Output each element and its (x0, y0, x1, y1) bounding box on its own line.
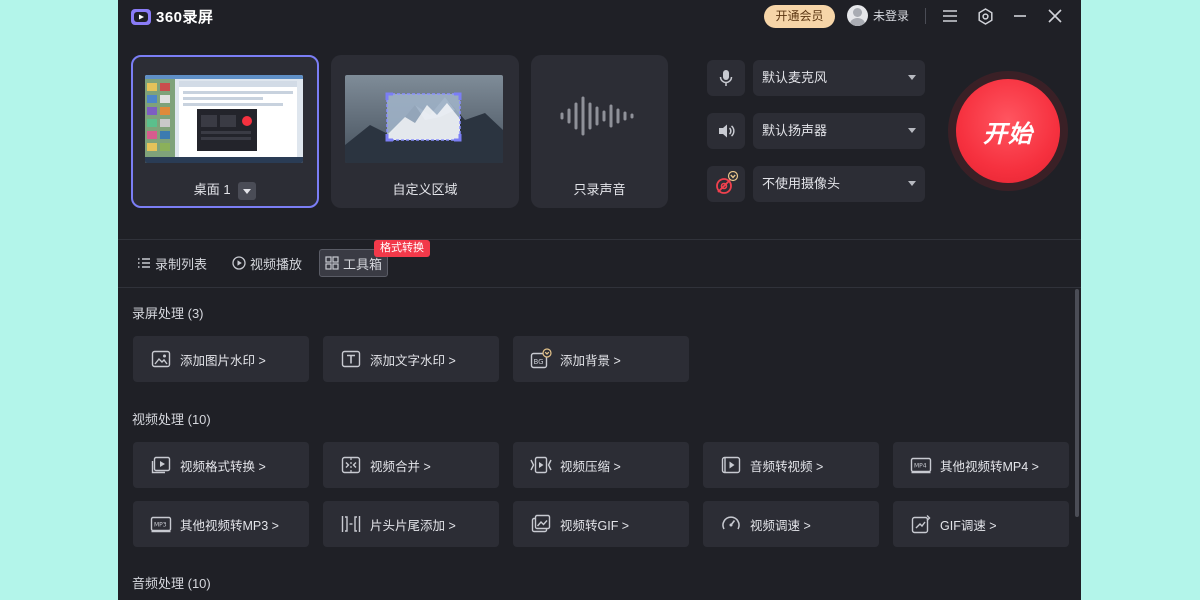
tool-label: 添加背景 > (560, 353, 621, 368)
microphone-toggle[interactable] (707, 60, 745, 96)
avatar-icon (847, 5, 868, 26)
tab-video-play[interactable]: 视频播放 (227, 249, 307, 277)
vip-button[interactable]: 开通会员 (764, 5, 835, 28)
speedometer-icon (720, 513, 742, 535)
tool-text-watermark[interactable]: 添加文字水印 > (323, 336, 499, 382)
source-desktop-label: 桌面 1 (133, 179, 317, 200)
microphone-dropdown-icon (908, 75, 916, 80)
tool-video-compress[interactable]: 视频压缩 > (513, 442, 689, 488)
text-watermark-icon (340, 348, 362, 370)
camera-dropdown-icon (908, 181, 916, 186)
tool-video-speed[interactable]: 视频调速 > (703, 501, 879, 547)
tool-label: 添加图片水印 > (180, 353, 266, 368)
camera-off-icon (716, 171, 739, 194)
svg-text:MP4: MP4 (914, 463, 927, 470)
tool-other-video-to-mp4[interactable]: MP4 其他视频转MP4 > (893, 442, 1069, 488)
tool-label: GIF调速 > (940, 518, 997, 533)
app-title: 360录屏 (156, 9, 214, 26)
custom-area-preview-thumbnail (345, 75, 503, 163)
speaker-value: 默认扬声器 (762, 123, 828, 138)
tool-label: 视频调速 > (750, 518, 811, 533)
top-divider (118, 239, 1081, 240)
section-title-recording: 录屏处理 (3) (132, 306, 204, 321)
svg-text:BG: BG (534, 358, 544, 366)
tab-record-list-label: 录制列表 (155, 256, 208, 272)
start-button-ring: 开始 (948, 71, 1068, 191)
settings-icon[interactable] (974, 5, 996, 27)
tool-video-format-convert[interactable]: 视频格式转换 > (133, 442, 309, 488)
tabs-divider (118, 287, 1081, 288)
camera-toggle[interactable] (707, 166, 745, 202)
svg-text:MP3: MP3 (154, 522, 167, 529)
start-record-button[interactable]: 开始 (956, 79, 1060, 183)
camera-value: 不使用摄像头 (762, 176, 841, 191)
tool-label: 视频格式转换 > (180, 459, 266, 474)
desktop-preview-thumbnail (145, 75, 303, 163)
close-icon[interactable] (1044, 5, 1066, 27)
tool-video-merge[interactable]: 视频合并 > (323, 442, 499, 488)
desktop-dropdown-icon[interactable] (238, 181, 257, 200)
tool-video-to-gif[interactable]: 视频转GIF > (513, 501, 689, 547)
intro-outro-icon (340, 513, 362, 535)
tool-image-watermark[interactable]: 添加图片水印 > (133, 336, 309, 382)
user-status: 未登录 (873, 9, 910, 23)
tool-label: 视频压缩 > (560, 459, 621, 474)
minimize-icon[interactable] (1009, 5, 1031, 27)
tool-label: 添加文字水印 > (370, 353, 456, 368)
tab-video-play-label: 视频播放 (250, 256, 303, 272)
section-title-audio: 音频处理 (10) (132, 576, 211, 591)
tool-add-background[interactable]: BG 添加背景 > (513, 336, 689, 382)
tool-other-video-to-mp3[interactable]: MP3 其他视频转MP3 > (133, 501, 309, 547)
title-bar: 360录屏 开通会员 未登录 (118, 0, 1081, 34)
mp4-icon: MP4 (910, 454, 932, 476)
video-merge-icon (340, 454, 362, 476)
tool-label: 视频转GIF > (560, 518, 630, 533)
microphone-icon (719, 70, 733, 86)
user-login[interactable]: 未登录 (847, 5, 909, 26)
tool-label: 其他视频转MP3 > (180, 518, 279, 533)
speaker-icon (719, 124, 735, 138)
play-circle-icon (232, 256, 246, 270)
source-audio-only-label: 只录声音 (573, 182, 626, 197)
section-title-video: 视频处理 (10) (132, 412, 211, 427)
source-desktop-text: 桌面 1 (193, 182, 231, 197)
source-custom-area-card[interactable]: 自定义区域 (331, 55, 519, 208)
video-convert-icon (150, 454, 172, 476)
list-icon (138, 258, 150, 268)
logo-icon (130, 8, 152, 26)
grid-icon (325, 256, 339, 270)
format-convert-badge: 格式转换 (374, 240, 430, 257)
image-watermark-icon (150, 348, 172, 370)
bg-icon: BG (530, 348, 552, 370)
tool-label: 音频转视频 > (750, 459, 824, 474)
source-custom-area-label: 自定义区域 (392, 182, 458, 197)
camera-select[interactable]: 不使用摄像头 (753, 166, 925, 202)
video-to-gif-icon (530, 513, 552, 535)
app-window: 360录屏 开通会员 未登录 桌面 1 自定义区域 只录声音 默认麦克风 默认扬… (118, 0, 1081, 600)
tool-intro-outro[interactable]: 片头片尾添加 > (323, 501, 499, 547)
tool-label: 视频合并 > (370, 459, 431, 474)
app-logo: 360录屏 (130, 6, 214, 27)
speaker-dropdown-icon (908, 128, 916, 133)
titlebar-divider (925, 8, 926, 24)
source-audio-only-card[interactable]: 只录声音 (531, 55, 668, 208)
video-compress-icon (530, 454, 552, 476)
sound-wave-icon (559, 95, 641, 142)
tool-label: 片头片尾添加 > (370, 518, 456, 533)
audio-to-video-icon (720, 454, 742, 476)
tool-audio-to-video[interactable]: 音频转视频 > (703, 442, 879, 488)
menu-icon[interactable] (939, 5, 961, 27)
source-desktop-card[interactable]: 桌面 1 (131, 55, 319, 208)
gif-speed-icon (910, 513, 932, 535)
speaker-select[interactable]: 默认扬声器 (753, 113, 925, 149)
tool-gif-speed[interactable]: GIF调速 > (893, 501, 1069, 547)
tool-label: 其他视频转MP4 > (940, 459, 1039, 474)
mp3-icon: MP3 (150, 513, 172, 535)
microphone-select[interactable]: 默认麦克风 (753, 60, 925, 96)
speaker-toggle[interactable] (707, 113, 745, 149)
microphone-value: 默认麦克风 (762, 70, 828, 85)
tab-record-list[interactable]: 录制列表 (132, 249, 212, 277)
vertical-scrollbar[interactable] (1075, 289, 1079, 517)
